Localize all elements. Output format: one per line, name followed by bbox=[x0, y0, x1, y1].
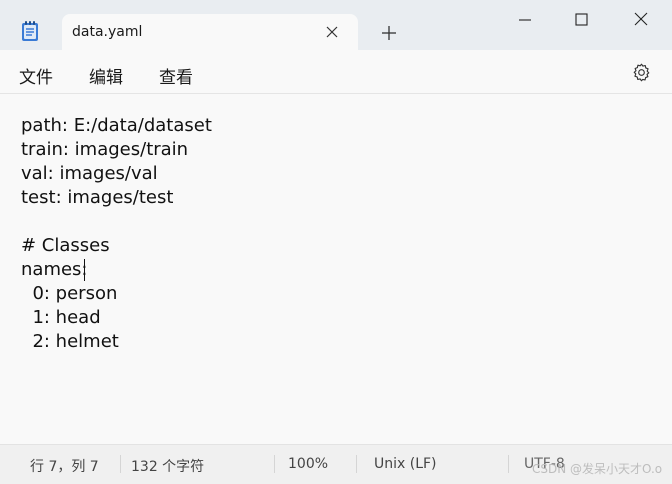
notepad-window: data.yaml 文件 编辑 查看 path: E:/data/dataset… bbox=[0, 0, 672, 484]
watermark: CSDN @发呆小天才O.o bbox=[532, 462, 663, 476]
status-divider bbox=[508, 455, 509, 473]
editor-line: train: images/train bbox=[21, 139, 189, 160]
close-window-button[interactable] bbox=[618, 0, 664, 36]
editor-line: 2: helmet bbox=[21, 331, 119, 352]
text-caret bbox=[84, 259, 85, 281]
notepad-icon bbox=[20, 20, 40, 42]
menu-file[interactable]: 文件 bbox=[19, 63, 53, 88]
status-divider bbox=[356, 455, 357, 473]
maximize-button[interactable] bbox=[558, 0, 604, 36]
editor-line: 0: person bbox=[21, 283, 118, 304]
status-bar: 行 7，列 7 132 个字符 100% Unix (LF) UTF-8 CSD… bbox=[0, 444, 672, 484]
character-count: 132 个字符 bbox=[131, 459, 205, 475]
tab-data-yaml[interactable]: data.yaml bbox=[62, 14, 358, 50]
gear-icon[interactable] bbox=[631, 62, 652, 83]
cursor-position: 行 7，列 7 bbox=[30, 459, 99, 475]
zoom-level[interactable]: 100% bbox=[288, 456, 328, 472]
editor-line: # Classes bbox=[21, 235, 110, 256]
title-bar: data.yaml bbox=[0, 0, 672, 50]
minimize-button[interactable] bbox=[502, 0, 548, 36]
line-ending[interactable]: Unix (LF) bbox=[374, 456, 437, 472]
text-editor[interactable]: path: E:/data/dataset train: images/trai… bbox=[0, 94, 672, 444]
close-icon[interactable] bbox=[324, 24, 340, 40]
close-icon bbox=[634, 12, 648, 26]
menu-view[interactable]: 查看 bbox=[159, 63, 193, 88]
plus-icon[interactable] bbox=[381, 25, 397, 41]
status-divider bbox=[120, 455, 121, 473]
maximize-icon bbox=[575, 13, 588, 26]
editor-line: 1: head bbox=[21, 307, 101, 328]
editor-line: val: images/val bbox=[21, 163, 158, 184]
tab-title: data.yaml bbox=[72, 24, 143, 40]
editor-line: test: images/test bbox=[21, 187, 174, 208]
editor-line: names: bbox=[21, 259, 88, 280]
menu-edit[interactable]: 编辑 bbox=[89, 63, 123, 88]
menu-bar: 文件 编辑 查看 bbox=[0, 50, 672, 94]
minimize-icon bbox=[519, 19, 531, 21]
editor-line: path: E:/data/dataset bbox=[21, 115, 212, 136]
status-divider bbox=[274, 455, 275, 473]
